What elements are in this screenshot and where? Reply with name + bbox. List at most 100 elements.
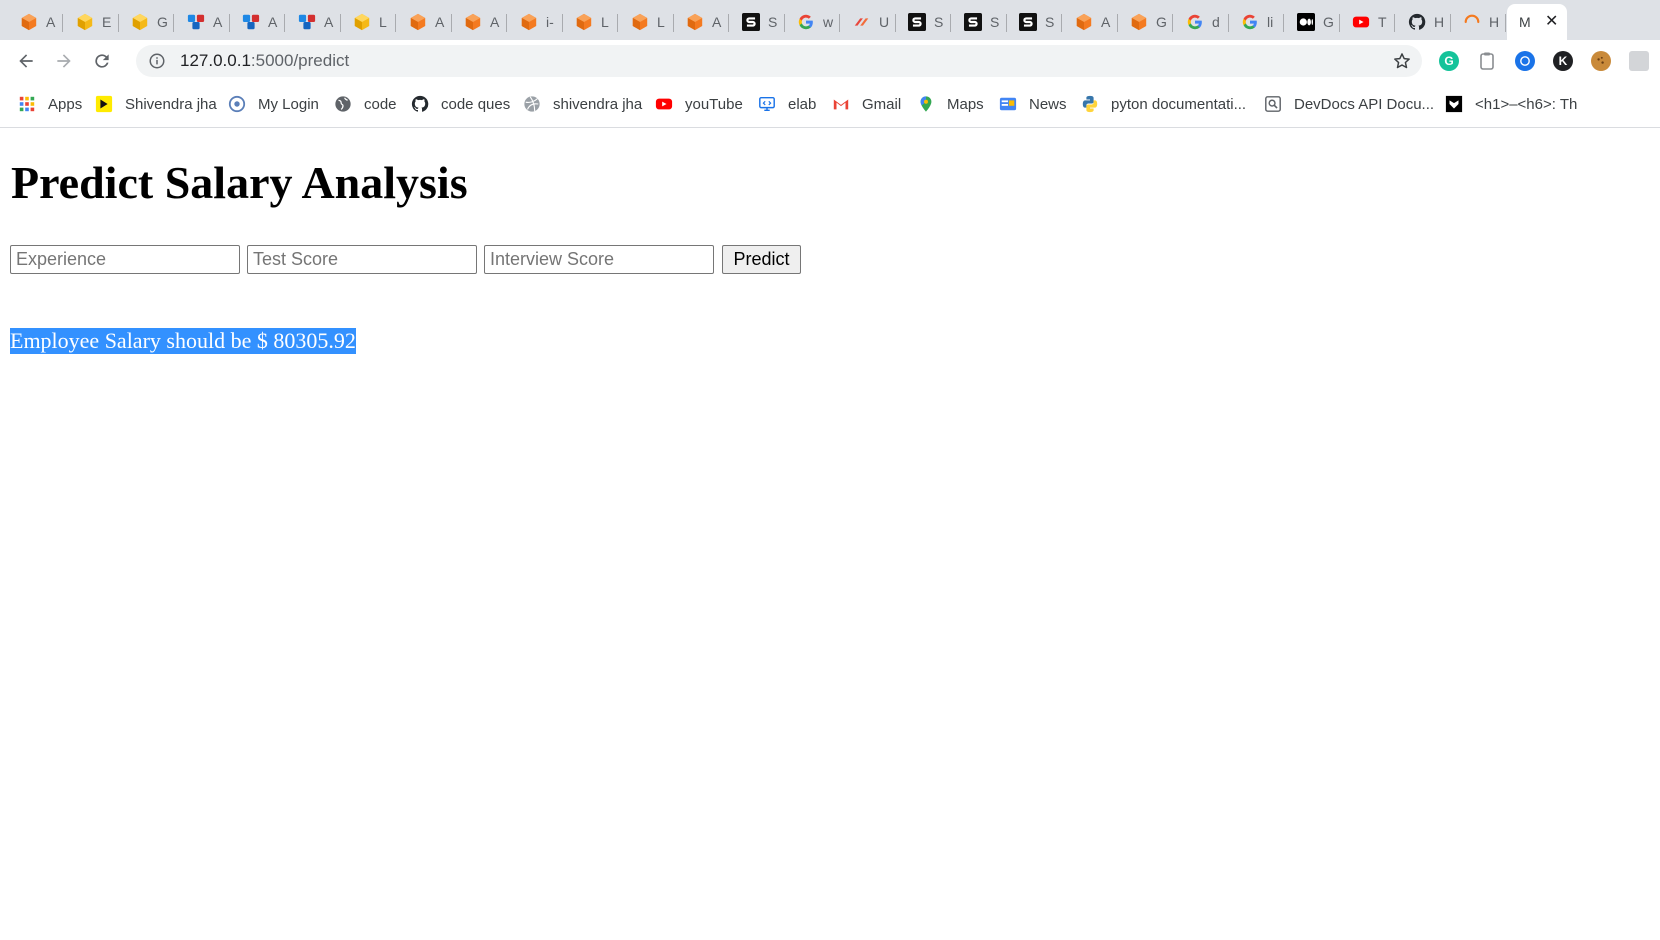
bookmark-item[interactable]: shivendra jha (523, 94, 642, 114)
browser-tab[interactable]: i- (508, 6, 563, 38)
bookmark-label: elab (788, 95, 817, 113)
interview-score-input[interactable] (484, 245, 714, 274)
bookmark-item[interactable]: youTube (655, 94, 743, 114)
maps-pin-icon (917, 95, 935, 113)
google-icon (1186, 13, 1204, 31)
tab-title: S (990, 14, 1000, 30)
browser-tab[interactable]: S (1007, 6, 1062, 38)
prediction-result: Employee Salary should be $ 80305.92 (10, 328, 356, 354)
test-score-input[interactable] (247, 245, 477, 274)
profile-avatar-icon[interactable]: K (1553, 51, 1573, 71)
s-logo-icon (908, 13, 926, 31)
tab-title: A (712, 14, 722, 30)
tab-title: G (1156, 14, 1167, 30)
browser-tab[interactable]: L (619, 6, 674, 38)
predict-button[interactable]: Predict (722, 245, 801, 274)
browser-tab[interactable]: A (674, 6, 729, 38)
youtube-icon (655, 95, 673, 113)
tab-title: w (823, 14, 834, 30)
page-title: Predict Salary Analysis (11, 157, 468, 208)
bookmark-item[interactable]: code (334, 94, 397, 114)
s-logo-icon (964, 13, 982, 31)
tab-title: i- (546, 14, 554, 30)
bookmark-item[interactable]: News (999, 94, 1067, 114)
bookmark-item[interactable]: Apps (18, 94, 82, 114)
tab-title: A (490, 14, 500, 30)
browser-tab[interactable]: A (175, 6, 230, 38)
cookie-extension-icon[interactable] (1591, 51, 1611, 71)
browser-tab[interactable]: G (1118, 6, 1173, 38)
browser-tab[interactable]: G (119, 6, 174, 38)
bookmark-star-icon[interactable] (1392, 51, 1412, 71)
orange-cube-icon (686, 13, 704, 31)
browser-tab[interactable]: L (341, 6, 396, 38)
browser-tab[interactable]: A (230, 6, 285, 38)
bookmark-item[interactable]: DevDocs API Docu... (1264, 94, 1434, 114)
tab-title: E (102, 14, 112, 30)
browser-tab[interactable]: T (1340, 6, 1395, 38)
extension-puzzle-icon[interactable] (1629, 51, 1649, 71)
yellow-cube-icon (353, 13, 371, 31)
browser-tab[interactable]: d (1174, 6, 1229, 38)
url-text[interactable]: 127.0.0.1:5000/predict (180, 51, 349, 71)
browser-tab[interactable]: A (8, 6, 63, 38)
tab-title: G (157, 14, 168, 30)
browser-tab[interactable]: S (730, 6, 785, 38)
bookmark-label: code (364, 95, 397, 113)
browser-tab[interactable]: E (64, 6, 119, 38)
browser-tab[interactable]: G (1285, 6, 1340, 38)
back-arrow-icon (19, 54, 33, 68)
blue-cubes-icon (298, 13, 316, 31)
sync-extension-icon[interactable] (1515, 51, 1535, 71)
tab-title: M (1519, 14, 1531, 30)
browser-tab[interactable]: H (1451, 6, 1506, 38)
bookmark-item[interactable]: My Login (228, 94, 319, 114)
active-browser-tab[interactable]: M ✕ (1507, 4, 1567, 40)
bookmark-item[interactable]: Maps (917, 94, 984, 114)
browser-tab[interactable]: S (896, 6, 951, 38)
browser-tab[interactable]: S (952, 6, 1007, 38)
bookmark-item[interactable]: Shivendra jha (95, 94, 217, 114)
back-button[interactable] (13, 48, 39, 74)
bookmark-item[interactable]: Gmail (832, 94, 901, 114)
tab-title: S (1045, 14, 1055, 30)
forward-button[interactable] (51, 48, 77, 74)
experience-input[interactable] (10, 245, 240, 274)
orange-cube-icon (464, 13, 482, 31)
clipboard-extension-icon[interactable] (1477, 51, 1497, 71)
google-icon (797, 13, 815, 31)
browser-tab[interactable]: A (452, 6, 507, 38)
browser-tab[interactable]: L (563, 6, 618, 38)
bookmark-item[interactable]: pyton documentati... (1081, 94, 1246, 114)
yellow-cube-icon (131, 13, 149, 31)
blue-cubes-icon (187, 13, 205, 31)
browser-toolbar: 127.0.0.1:5000/predict G K (0, 40, 1660, 82)
browser-tab[interactable]: li (1229, 6, 1284, 38)
reload-button[interactable] (89, 48, 115, 74)
close-tab-icon[interactable]: ✕ (1545, 14, 1558, 30)
black-square-icon (1445, 95, 1463, 113)
address-bar[interactable]: 127.0.0.1:5000/predict (136, 45, 1422, 77)
browser-tab[interactable]: A (286, 6, 341, 38)
grammarly-extension-icon[interactable]: G (1439, 51, 1459, 71)
browser-tab[interactable]: U (841, 6, 896, 38)
browser-tab[interactable]: H (1396, 6, 1451, 38)
tab-title: A (213, 14, 223, 30)
site-info-icon[interactable] (148, 52, 166, 70)
bookmark-item[interactable]: code ques (411, 94, 510, 114)
bookmark-label: Apps (48, 95, 83, 113)
browser-tab[interactable]: w (785, 6, 840, 38)
dribbble-icon (523, 95, 541, 113)
browser-tab[interactable]: A (1063, 6, 1118, 38)
google-icon (1241, 13, 1259, 31)
tab-title: A (268, 14, 278, 30)
tab-title: L (601, 14, 609, 30)
orange-cube-icon (409, 13, 427, 31)
tab-title: S (934, 14, 944, 30)
tab-title: A (435, 14, 445, 30)
udemy-icon (853, 13, 871, 31)
bookmark-item[interactable]: <h1>–<h6>: Th (1445, 94, 1577, 114)
bookmark-item[interactable]: elab (758, 94, 816, 114)
browser-tab[interactable]: A (397, 6, 452, 38)
gmail-icon (832, 95, 850, 113)
